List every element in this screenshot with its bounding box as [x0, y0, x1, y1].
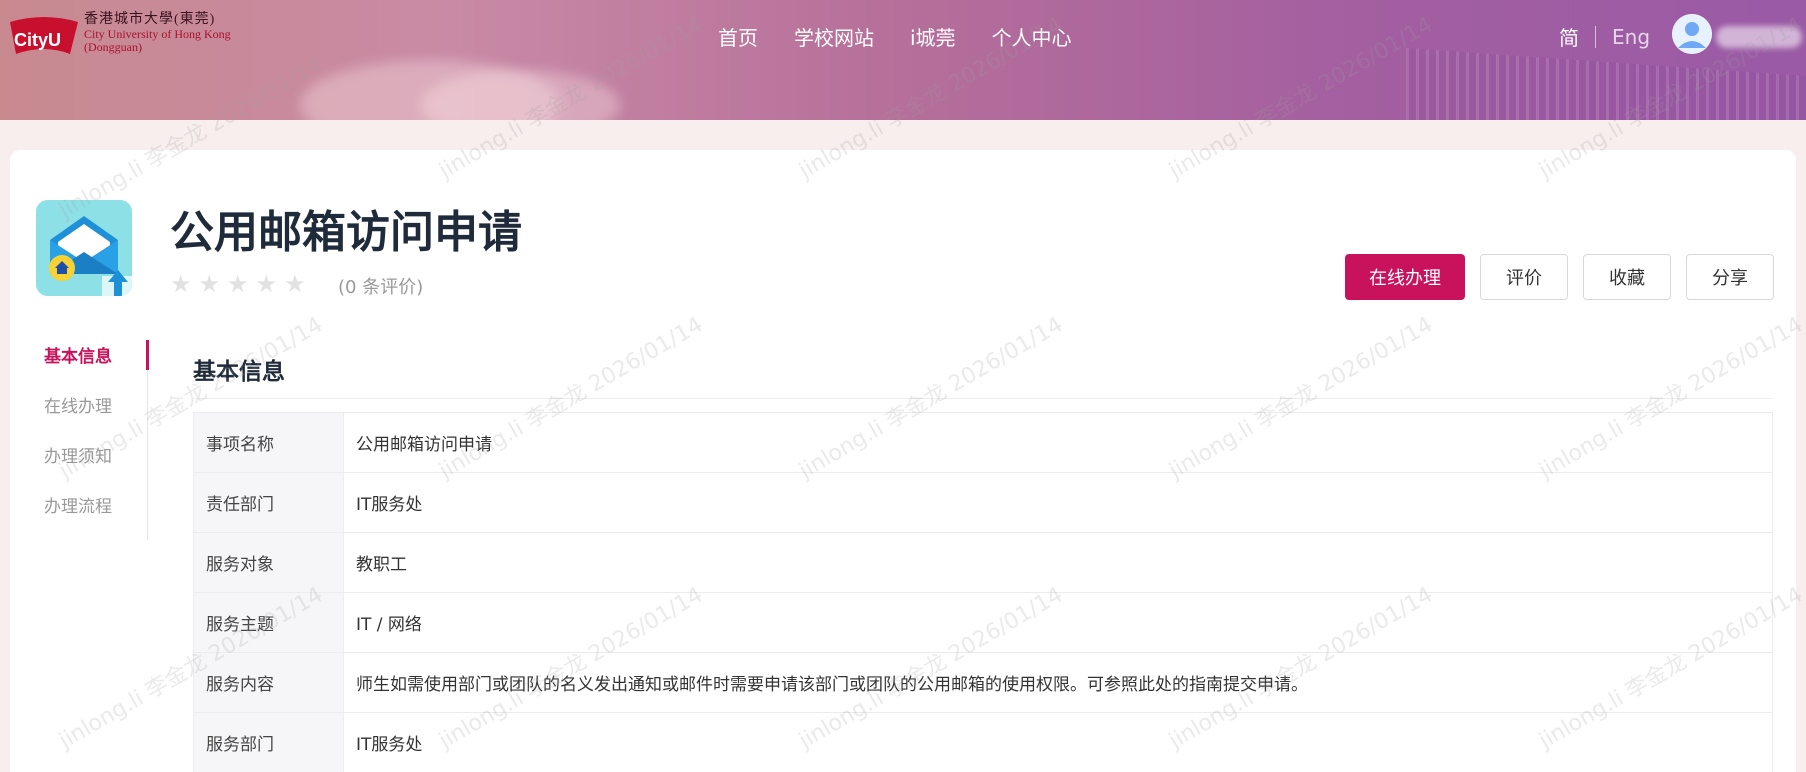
rating-count: (0 条评价) [338, 277, 424, 298]
envelope-upload-icon [36, 200, 132, 296]
cityu-logo-mark: CityU [10, 17, 78, 54]
user-avatar[interactable] [1672, 14, 1712, 54]
basic-info-table: 事项名称 公用邮箱访问申请 责任部门 IT服务处 服务对象 教职工 服务主题 I… [193, 412, 1773, 772]
row-key: 事项名称 [193, 412, 344, 473]
lang-english[interactable]: Eng [1612, 25, 1650, 49]
cityu-logo[interactable]: CityU 香港城市大學(東莞) City University of Hong… [6, 12, 256, 58]
row-key: 服务部门 [193, 712, 344, 772]
row-value: 教职工 [343, 532, 1773, 593]
section-divider [193, 398, 1773, 399]
sidenav-item-basic-info[interactable]: 基本信息 [44, 340, 149, 390]
row-value: 公用邮箱访问申请 [343, 412, 1773, 473]
action-buttons: 在线办理 评价 收藏 分享 [1345, 254, 1774, 300]
online-apply-button[interactable]: 在线办理 [1345, 254, 1465, 300]
user-avatar-icon [1672, 14, 1712, 54]
row-value: IT服务处 [343, 712, 1773, 772]
row-key: 服务内容 [193, 652, 344, 713]
nav-icitydg[interactable]: i城莞 [910, 22, 956, 51]
sidenav-item-process[interactable]: 办理流程 [44, 490, 147, 540]
star-icon[interactable]: ★ [284, 272, 306, 296]
language-switch: 简 Eng [1559, 22, 1650, 51]
row-key: 服务主题 [193, 592, 344, 653]
star-icon[interactable]: ★ [199, 272, 221, 296]
logo-mark-text: CityU [14, 30, 61, 50]
sidenav-item-online[interactable]: 在线办理 [44, 390, 147, 440]
row-value: IT / 网络 [343, 592, 1773, 653]
section-heading-basic-info: 基本信息 [193, 359, 285, 385]
service-card: 公用邮箱访问申请 ★ ★ ★ ★ ★ (0 条评价) 在线办理 评价 收藏 分享… [10, 150, 1796, 772]
logo-name-en-line1: City University of Hong Kong [84, 26, 231, 41]
page-title: 公用邮箱访问申请 [170, 207, 522, 258]
username-redacted[interactable] [1716, 26, 1802, 48]
share-button[interactable]: 分享 [1686, 254, 1774, 300]
row-key: 责任部门 [193, 472, 344, 533]
sidenav-item-notice[interactable]: 办理须知 [44, 440, 147, 490]
row-key: 服务对象 [193, 532, 344, 593]
rating-stars[interactable]: ★ ★ ★ ★ ★ [170, 272, 306, 296]
nav-school-site[interactable]: 学校网站 [794, 22, 874, 51]
table-row: 服务内容 师生如需使用部门或团队的名义发出通知或邮件时需要申请该部门或团队的公用… [193, 652, 1773, 713]
section-sidenav: 基本信息 在线办理 办理须知 办理流程 [44, 340, 149, 540]
table-row: 事项名称 公用邮箱访问申请 [193, 412, 1773, 473]
table-row: 服务主题 IT / 网络 [193, 592, 1773, 653]
lang-simplified-chinese[interactable]: 简 [1559, 22, 1579, 51]
logo-text: 香港城市大學(東莞) City University of Hong Kong … [84, 12, 231, 55]
nav-home[interactable]: 首页 [718, 22, 758, 51]
logo-name-cn: 香港城市大學(東莞) [84, 12, 216, 27]
star-icon[interactable]: ★ [227, 272, 249, 296]
table-row: 责任部门 IT服务处 [193, 472, 1773, 533]
campus-building-graphic [1406, 48, 1806, 120]
review-button[interactable]: 评价 [1480, 254, 1568, 300]
row-value: IT服务处 [343, 472, 1773, 533]
nav-personal-center[interactable]: 个人中心 [992, 22, 1072, 51]
star-icon[interactable]: ★ [256, 272, 278, 296]
star-icon[interactable]: ★ [170, 272, 192, 296]
table-row: 服务部门 IT服务处 [193, 712, 1773, 772]
favorite-button[interactable]: 收藏 [1583, 254, 1671, 300]
logo-name-en-line2: (Dongguan) [84, 40, 142, 55]
table-row: 服务对象 教职工 [193, 532, 1773, 593]
top-header: CityU 香港城市大學(東莞) City University of Hong… [0, 0, 1806, 120]
main-nav: 首页 学校网站 i城莞 个人中心 [718, 22, 1072, 51]
row-value: 师生如需使用部门或团队的名义发出通知或邮件时需要申请该部门或团队的公用邮箱的使用… [343, 652, 1773, 713]
lang-divider [1595, 25, 1596, 48]
